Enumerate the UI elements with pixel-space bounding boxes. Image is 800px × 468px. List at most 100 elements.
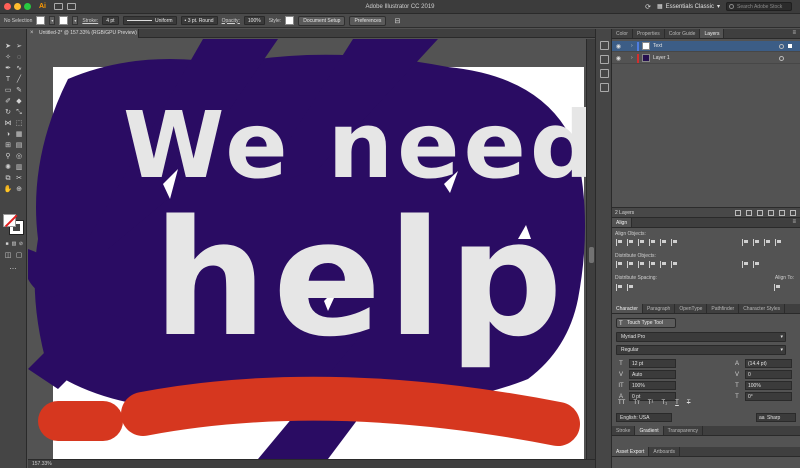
vertical-distribute-top-icon[interactable] (616, 261, 623, 268)
align-objects-icon[interactable]: ⊟ (394, 17, 400, 25)
stroke-swatch[interactable] (59, 16, 69, 25)
document-setup-button[interactable]: Document Setup (298, 15, 346, 26)
vertical-scale-value[interactable]: 100% (629, 381, 676, 390)
layer-row-text[interactable]: ◉ › Text (612, 41, 800, 52)
hand-tool-icon[interactable]: ✋ (3, 185, 13, 195)
variable-width-profile[interactable]: Uniform (122, 16, 177, 25)
horizontal-distribute-right-icon[interactable] (671, 261, 678, 268)
align-to-artboard-icon[interactable] (764, 239, 771, 246)
headline-line-1[interactable]: We need (123, 92, 595, 199)
export-icon[interactable] (735, 210, 741, 216)
brushes-icon[interactable] (600, 69, 609, 78)
tracking-field[interactable]: V 0 (732, 370, 792, 379)
blend-tool-icon[interactable]: ◎ (14, 152, 24, 162)
tab-character-styles[interactable]: Character Styles (739, 304, 786, 313)
font-size-field[interactable]: T 12 pt (616, 359, 676, 368)
align-to-dropdown-icon[interactable] (774, 284, 781, 291)
artboard-tool-icon[interactable]: ⧉ (3, 174, 13, 184)
slice-tool-icon[interactable]: ✂ (14, 174, 24, 184)
zoom-tool-icon[interactable]: ⊕ (14, 185, 24, 195)
shaper-tool-icon[interactable]: ✐ (3, 97, 13, 107)
language-select[interactable]: English: USA (616, 413, 672, 422)
tab-color-guide[interactable]: Color Guide (665, 29, 701, 38)
draw-mode-icon[interactable]: ◫ (3, 251, 13, 261)
mesh-tool-icon[interactable]: ⊞ (3, 141, 13, 151)
horizontal-scale-value[interactable]: 100% (745, 381, 792, 390)
tab-color[interactable]: Color (612, 29, 633, 38)
tab-transparency[interactable]: Transparency (664, 426, 704, 435)
minimize-window-button[interactable] (14, 3, 21, 10)
red-underline-stroke[interactable] (38, 376, 580, 446)
opacity-field[interactable]: 100% (243, 16, 265, 25)
screen-mode-icon[interactable]: ▢ (14, 251, 24, 261)
vertical-align-bottom-icon[interactable] (671, 239, 678, 246)
fill-swatch[interactable] (36, 16, 46, 25)
vertical-scroll-thumb[interactable] (589, 247, 594, 263)
target-icon[interactable] (779, 43, 784, 49)
tab-properties[interactable]: Properties (633, 29, 665, 38)
pen-tool-icon[interactable]: ✒ (3, 64, 13, 74)
horizontal-distribute-left-icon[interactable] (649, 261, 656, 268)
gradient-tool-icon[interactable]: ▤ (14, 141, 24, 151)
distribute-space-icon[interactable] (775, 239, 782, 246)
workspace-switcher[interactable]: ▦ Essentials Classic ▾ (657, 3, 720, 11)
vertical-scale-field[interactable]: IT 100% (616, 381, 676, 390)
panel-menu-icon[interactable]: ≡ (792, 218, 796, 227)
visibility-eye-icon[interactable]: ◉ (614, 43, 623, 50)
underline-icon[interactable]: T (675, 400, 679, 406)
kerning-field[interactable]: V Auto (616, 370, 676, 379)
gpu-performance-icon[interactable]: ⟳ (645, 3, 651, 11)
scale-tool-icon[interactable]: ⤡ (14, 108, 24, 118)
new-sublayer-icon[interactable] (768, 210, 774, 216)
leading-field[interactable]: A (14.4 pt) (732, 359, 792, 368)
stock-search-input[interactable]: Search Adobe Stock (726, 2, 792, 11)
preferences-button[interactable]: Preferences (349, 15, 387, 26)
close-window-button[interactable] (4, 3, 11, 10)
subscript-icon[interactable]: T₁ (661, 400, 667, 406)
horizontal-align-left-icon[interactable] (616, 239, 623, 246)
align-to-key-object-icon[interactable] (753, 239, 760, 246)
symbols-icon[interactable] (600, 83, 609, 92)
width-tool-icon[interactable]: ⋈ (3, 119, 13, 129)
arrange-documents-icon[interactable] (67, 3, 76, 10)
delete-layer-icon[interactable] (790, 210, 796, 216)
edit-toolbar-icon[interactable]: ⋯ (8, 265, 18, 275)
font-family-select[interactable]: Myriad Pro ▾ (616, 332, 786, 342)
line-tool-icon[interactable]: ╱ (14, 75, 24, 85)
magic-wand-tool-icon[interactable]: ✧ (3, 53, 13, 63)
eyedropper-tool-icon[interactable]: ⚲ (3, 152, 13, 162)
visibility-eye-icon[interactable]: ◉ (614, 55, 623, 62)
vertical-distribute-bottom-icon[interactable] (638, 261, 645, 268)
lasso-tool-icon[interactable]: ◌ (14, 53, 24, 63)
font-style-select[interactable]: Regular ▾ (616, 345, 786, 355)
stroke-label[interactable]: Stroke: (82, 18, 98, 24)
superscript-icon[interactable]: T¹ (648, 400, 654, 406)
free-transform-tool-icon[interactable]: ⬚ (14, 119, 24, 129)
distribute-horizontal-space-icon[interactable] (753, 261, 760, 268)
artwork[interactable]: We need help! (28, 39, 595, 459)
column-graph-tool-icon[interactable]: ▥ (14, 163, 24, 173)
selection-indicator[interactable] (788, 44, 792, 48)
panel-menu-icon[interactable]: ≡ (792, 29, 796, 38)
zoom-level[interactable]: 157.33% (32, 460, 52, 468)
align-to-selection-icon[interactable] (742, 239, 749, 246)
touch-type-tool-button[interactable]: T Touch Type Tool (616, 318, 676, 328)
none-mode-icon[interactable]: ⊘ (16, 239, 26, 249)
paintbrush-tool-icon[interactable]: ✎ (14, 86, 24, 96)
home-icon[interactable] (54, 3, 63, 10)
rotation-value[interactable]: 0° (745, 392, 792, 401)
clipping-mask-icon[interactable] (757, 210, 763, 216)
eraser-tool-icon[interactable]: ◆ (14, 97, 24, 107)
small-caps-icon[interactable]: Tᴛ (633, 400, 639, 406)
vertical-align-top-icon[interactable] (649, 239, 656, 246)
direct-selection-tool-icon[interactable]: ➢ (14, 42, 24, 52)
tab-gradient[interactable]: Gradient (635, 426, 664, 435)
tab-opentype[interactable]: OpenType (675, 304, 708, 313)
horizontal-align-right-icon[interactable] (638, 239, 645, 246)
fill-color-box[interactable] (3, 214, 16, 227)
tab-pathfinder[interactable]: Pathfinder (707, 304, 740, 313)
locate-object-icon[interactable] (746, 210, 752, 216)
fill-dropdown[interactable]: ▾ (49, 16, 56, 25)
character-rotation-field[interactable]: T 0° (732, 392, 792, 401)
tracking-value[interactable]: 0 (745, 370, 792, 379)
